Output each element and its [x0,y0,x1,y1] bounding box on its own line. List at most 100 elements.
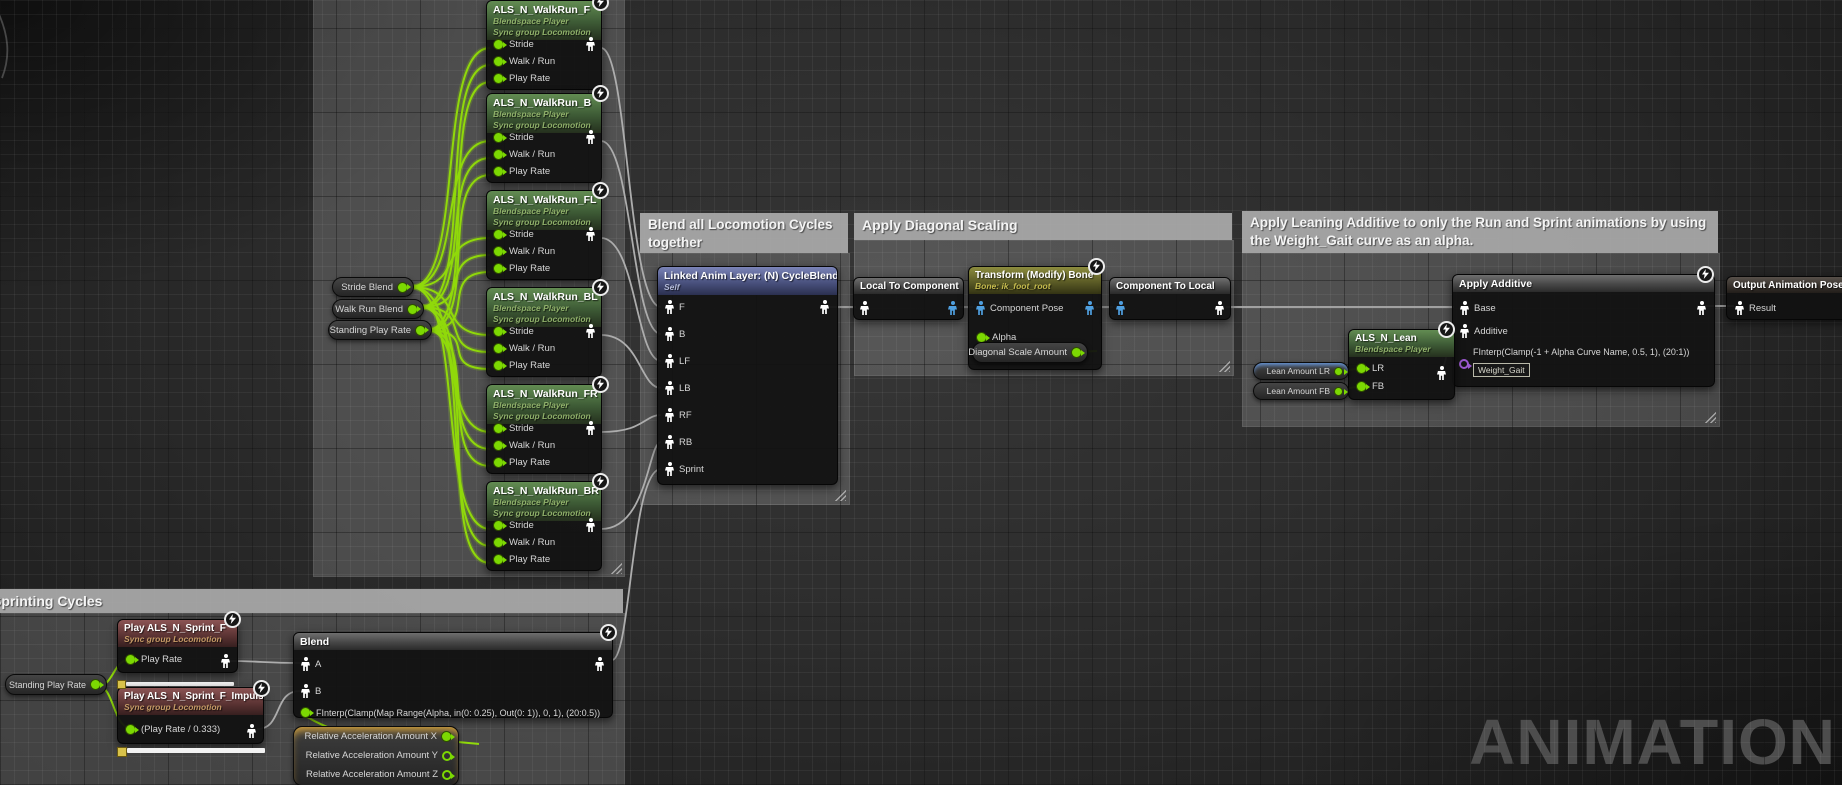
a-pose-input-pin[interactable] [301,657,310,671]
lr-pin[interactable] [1356,363,1367,374]
pill-label: Lean Amount FB [1267,386,1330,396]
pose-output-pin[interactable] [586,324,595,338]
node-component-to-local[interactable]: Component To Local [1109,277,1231,320]
node-apply-additive[interactable]: Apply Additive Base Additive FInterp(Cla… [1452,274,1715,387]
node-als-n-walkrun-br[interactable]: ALS_N_WalkRun_BR Blendspace Player Sync … [486,481,602,571]
pose-output-pin[interactable] [1215,301,1224,315]
pose-input-pin[interactable] [665,327,674,341]
play-rate-pin[interactable] [493,166,504,177]
pose-output-pin[interactable] [595,657,604,671]
pose-output-pin[interactable] [247,724,256,738]
stride-pin[interactable] [493,326,504,337]
pose-input-pin[interactable] [665,408,674,422]
node-output-animation-pose[interactable]: Output Animation Pose Result [1726,276,1842,320]
output-pin[interactable] [442,770,452,780]
node-als-n-walkrun-fr[interactable]: ALS_N_WalkRun_FR Blendspace Player Sync … [486,384,602,474]
pose-input-pin[interactable] [860,301,869,315]
play-rate-pin[interactable] [493,360,504,371]
comment-header-sprinting[interactable]: Sprinting Cycles [0,589,623,613]
node-play-als-n-sprint-f[interactable]: Play ALS_N_Sprint_F Sync group Locomotio… [117,619,238,673]
output-pin[interactable] [1334,367,1343,376]
pill-lean-amount-lr[interactable]: Lean Amount LR [1253,362,1349,380]
walk-run-pin[interactable] [493,537,504,548]
stride-pin[interactable] [493,423,504,434]
play-rate-pin[interactable] [125,724,136,735]
pill-diagonal-scale-amount[interactable]: Diagonal Scale Amount [972,342,1088,363]
comment-header-blend-all[interactable]: Blend all Locomotion Cycles together [640,213,848,253]
node-als-n-walkrun-b[interactable]: ALS_N_WalkRun_B Blendspace Player Sync g… [486,93,602,183]
stride-pin[interactable] [493,39,504,50]
comment-header-leaning[interactable]: Apply Leaning Additive to only the Run a… [1242,211,1718,253]
component-pose-output-pin[interactable] [948,301,957,315]
play-rate-pin[interactable] [125,654,136,665]
comment-header-diagonal-scaling[interactable]: Apply Diagonal Scaling [854,213,1232,240]
pill-rel-accel-z[interactable]: Relative Acceleration Amount Z [294,765,458,784]
stride-pin[interactable] [493,229,504,240]
node-subtitle: Sync group Locomotion [124,702,257,713]
node-local-to-component[interactable]: Local To Component [853,277,964,320]
pose-output-pin[interactable] [586,37,595,51]
pose-output-pin[interactable] [820,300,829,314]
play-rate-pin[interactable] [493,263,504,274]
node-linked-anim-layer[interactable]: Linked Anim Layer: (N) CycleBlending Sel… [657,266,838,485]
stride-pin[interactable] [493,132,504,143]
pose-output-pin[interactable] [586,130,595,144]
alpha-pin[interactable] [300,707,311,718]
walk-run-pin[interactable] [493,343,504,354]
walk-run-pin[interactable] [493,56,504,67]
result-pose-input-pin[interactable] [1735,301,1744,315]
pose-output-pin[interactable] [586,421,595,435]
node-blend[interactable]: Blend A B FInterp(Clamp(Map Range(Alpha,… [293,632,613,718]
walk-run-pin[interactable] [493,149,504,160]
pill-stride-blend[interactable]: Stride Blend [332,277,414,297]
play-rate-pin[interactable] [493,554,504,565]
component-pose-input-pin[interactable] [1116,301,1125,315]
play-rate-pin[interactable] [493,73,504,84]
output-pin[interactable] [1071,347,1082,358]
output-pin[interactable] [441,731,452,742]
output-pin[interactable] [415,325,426,336]
pose-input-pin[interactable] [665,354,674,368]
pose-input-pin[interactable] [665,435,674,449]
pill-rel-accel-x[interactable]: Relative Acceleration Amount X [294,727,458,746]
node-als-n-lean[interactable]: ALS_N_Lean Blendspace Player LR FB [1348,329,1455,400]
node-als-n-walkrun-f[interactable]: ALS_N_WalkRun_F Blendspace Player Sync g… [486,0,602,90]
pill-standing-play-rate-bottom[interactable]: Standing Play Rate [5,674,107,695]
output-pin[interactable] [407,304,418,315]
walk-run-pin[interactable] [493,246,504,257]
pose-output-pin[interactable] [586,227,595,241]
output-pin[interactable] [90,679,101,690]
node-play-als-n-sprint-f-impulse[interactable]: Play ALS_N_Sprint_F_Impulse Sync group L… [117,687,264,744]
node-subtitle: Sync group Locomotion [493,508,595,519]
component-pose-output-pin[interactable] [1085,301,1094,315]
node-als-n-walkrun-bl[interactable]: ALS_N_WalkRun_BL Blendspace Player Sync … [486,287,602,377]
base-pose-input-pin[interactable] [1460,301,1469,315]
fb-pin[interactable] [1356,381,1367,392]
node-als-n-walkrun-fl[interactable]: ALS_N_WalkRun_FL Blendspace Player Sync … [486,190,602,280]
component-pose-input-pin[interactable] [976,301,985,315]
pose-output-pin[interactable] [221,654,230,668]
output-pin[interactable] [1334,387,1343,396]
alpha-curve-pin[interactable] [1459,359,1469,369]
curve-name-box[interactable]: Weight_Gait [1473,363,1530,377]
pill-walk-run-blend[interactable]: Walk Run Blend [332,299,424,319]
pin-label: Walk / Run [509,343,555,354]
pose-input-pin[interactable] [665,300,674,314]
pose-input-pin[interactable] [665,381,674,395]
pose-input-pin[interactable] [665,462,674,476]
output-pin[interactable] [442,751,452,761]
stride-pin[interactable] [493,520,504,531]
pill-lean-amount-fb[interactable]: Lean Amount FB [1253,382,1349,400]
pose-output-pin[interactable] [586,518,595,532]
pill-rel-accel-y[interactable]: Relative Acceleration Amount Y [294,746,458,765]
pill-standing-play-rate[interactable]: Standing Play Rate [328,320,432,340]
output-pin[interactable] [397,282,408,293]
play-rate-pin[interactable] [493,457,504,468]
pose-output-pin[interactable] [1697,301,1706,315]
anim-graph-canvas[interactable]: ANIMATION Blend all Locomotion Cycles to… [0,0,1842,785]
walk-run-pin[interactable] [493,440,504,451]
pill-group-relative-acceleration[interactable]: Relative Acceleration Amount X Relative … [293,726,459,785]
b-pose-input-pin[interactable] [301,684,310,698]
additive-pose-input-pin[interactable] [1460,324,1469,338]
pose-output-pin[interactable] [1437,366,1446,380]
